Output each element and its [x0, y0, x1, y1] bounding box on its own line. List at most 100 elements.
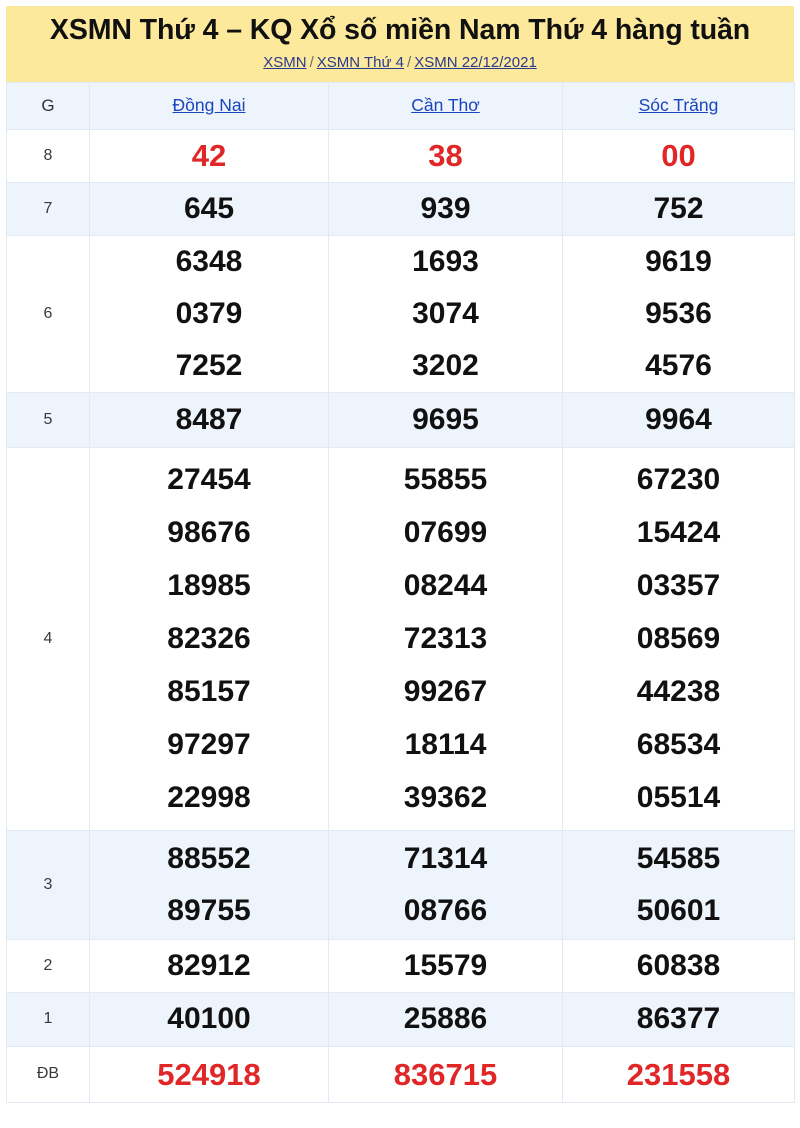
prize-number: 645 — [183, 191, 235, 225]
prize-number: 97297 — [167, 727, 251, 761]
breadcrumb-item-2[interactable]: XSMN Thứ 4 — [317, 54, 404, 71]
prize-number: 05514 — [636, 780, 721, 814]
prize-number: 9964 — [645, 402, 712, 436]
province-link-dong-nai[interactable]: Đồng Nai — [173, 95, 246, 115]
breadcrumb-item-3[interactable]: XSMN 22/12/2021 — [414, 54, 537, 71]
prize-number: 836715 — [393, 1056, 498, 1092]
prize-number: 67230 — [636, 462, 721, 496]
prize-label-3: 3 — [6, 829, 90, 940]
prize-numbers-cell: 55855 07699 08244 72313 99267 18114 39362 — [328, 446, 563, 831]
prize-number: 39362 — [403, 780, 488, 814]
prize-label-6: 6 — [6, 234, 90, 393]
prize-number: 939 — [420, 191, 471, 225]
province-link-can-tho[interactable]: Cần Thơ — [411, 95, 480, 115]
province-link-soc-trang[interactable]: Sóc Trăng — [639, 95, 719, 115]
prize-numbers-cell: 54585 50601 — [562, 829, 795, 940]
prize-number: 9695 — [412, 402, 479, 436]
prize-label-7: 7 — [6, 181, 90, 236]
table-body: 8 42 38 00 7 645 939 752 6 6348 0379 7252 1693 3074 32… — [6, 128, 795, 1103]
prize-label-5: 5 — [6, 391, 90, 448]
prize-number: 08569 — [636, 621, 721, 655]
prize-numbers-cell: 645 — [89, 181, 329, 236]
prize-label-1: 1 — [6, 991, 90, 1047]
prize-number: 08766 — [403, 893, 488, 927]
prize-number: 3202 — [412, 348, 479, 382]
prize-number: 524918 — [157, 1056, 261, 1092]
prize-numbers-cell: 939 — [328, 181, 563, 236]
prize-number: 15579 — [403, 948, 488, 982]
prize-number: 68534 — [636, 727, 721, 761]
prize-number: 231558 — [626, 1056, 731, 1092]
province-header-can-tho: Cần Thơ — [328, 81, 563, 130]
prize-number: 82912 — [167, 948, 251, 982]
prize-column-header: G — [6, 81, 90, 130]
result-header: XSMN Thứ 4 – KQ Xổ số miền Nam Thứ 4 hàn… — [6, 6, 794, 82]
prize-number: 4576 — [645, 348, 712, 382]
prize-label-8: 8 — [6, 128, 90, 183]
prize-numbers-cell: 86377 — [562, 991, 795, 1047]
table-row: 6 6348 0379 7252 1693 3074 3202 9619 9536 4576 — [6, 234, 795, 393]
table-row: 1 40100 25886 86377 — [6, 991, 795, 1047]
prize-numbers-cell: 9619 9536 4576 — [562, 234, 795, 393]
prize-number: 8487 — [175, 402, 243, 436]
table-row: 2 82912 15579 60838 — [6, 938, 795, 993]
prize-label-ĐB: ĐB — [6, 1045, 90, 1103]
prize-number: 1693 — [412, 244, 479, 278]
prize-numbers-cell: 88552 89755 — [89, 829, 329, 940]
prize-number: 27454 — [167, 462, 251, 496]
prize-numbers-cell: 71314 08766 — [328, 829, 563, 940]
prize-number: 38 — [428, 138, 463, 174]
prize-number: 50601 — [636, 893, 721, 927]
prize-number: 98676 — [167, 515, 251, 549]
prize-number: 08244 — [403, 568, 488, 602]
table-row: 4 27454 98676 18985 82326 85157 97297 22998 5585… — [6, 446, 795, 831]
breadcrumb-item-1[interactable]: XSMN — [263, 54, 306, 71]
breadcrumb: XSMN / XSMN Thứ 4/XSMN 22/12/2021 — [10, 54, 790, 72]
prize-numbers-cell: 38 — [328, 128, 563, 183]
prize-numbers-cell: 9695 — [328, 391, 563, 448]
prize-number: 82326 — [167, 621, 251, 655]
prize-number: 0379 — [175, 296, 243, 330]
prize-numbers-cell: 752 — [562, 181, 795, 236]
prize-numbers-cell: 25886 — [328, 991, 563, 1047]
prize-number: 72313 — [403, 621, 488, 655]
prize-number: 89755 — [167, 893, 251, 927]
prize-number: 00 — [661, 138, 696, 174]
table-row: 7 645 939 752 — [6, 181, 795, 236]
table-header-row: G Đồng Nai Cần Thơ Sóc Trăng — [6, 81, 795, 130]
lottery-results-table: G Đồng Nai Cần Thơ Sóc Trăng 8 42 38 00 7 645… — [6, 81, 795, 1103]
prize-number: 40100 — [167, 1002, 251, 1036]
prize-number: 86377 — [636, 1002, 721, 1036]
prize-numbers-cell: 15579 — [328, 938, 563, 993]
prize-numbers-cell: 836715 — [328, 1045, 563, 1103]
lottery-result-page: XSMN Thứ 4 – KQ Xổ số miền Nam Thứ 4 hàn… — [0, 0, 800, 1128]
prize-numbers-cell: 67230 15424 03357 08569 44238 68534 05514 — [562, 446, 795, 831]
prize-number: 42 — [191, 138, 227, 174]
prize-number: 60838 — [636, 948, 721, 982]
prize-label-2: 2 — [6, 938, 90, 993]
prize-number: 7252 — [175, 348, 243, 382]
prize-numbers-cell: 8487 — [89, 391, 329, 448]
prize-numbers-cell: 9964 — [562, 391, 795, 448]
prize-number: 6348 — [175, 244, 243, 278]
prize-numbers-cell: 40100 — [89, 991, 329, 1047]
prize-number: 99267 — [403, 674, 488, 708]
prize-numbers-cell: 42 — [89, 128, 329, 183]
prize-number: 9536 — [645, 296, 712, 330]
prize-numbers-cell: 60838 — [562, 938, 795, 993]
breadcrumb-separator-1: / — [309, 53, 314, 71]
prize-number: 55855 — [403, 462, 488, 496]
prize-label-4: 4 — [6, 446, 90, 831]
prize-number: 9619 — [645, 244, 712, 278]
prize-number: 71314 — [403, 841, 488, 875]
prize-number: 44238 — [636, 674, 721, 708]
table-row: ĐB 524918 836715 231558 — [6, 1045, 795, 1103]
breadcrumb-separator-2: / — [407, 53, 412, 71]
prize-numbers-cell: 27454 98676 18985 82326 85157 97297 22998 — [89, 446, 329, 831]
table-row: 5 8487 9695 9964 — [6, 391, 795, 448]
prize-numbers-cell: 524918 — [89, 1045, 329, 1103]
table-row: 8 42 38 00 — [6, 128, 795, 183]
prize-number: 88552 — [167, 841, 251, 875]
prize-numbers-cell: 231558 — [562, 1045, 795, 1103]
prize-number: 15424 — [636, 515, 721, 549]
